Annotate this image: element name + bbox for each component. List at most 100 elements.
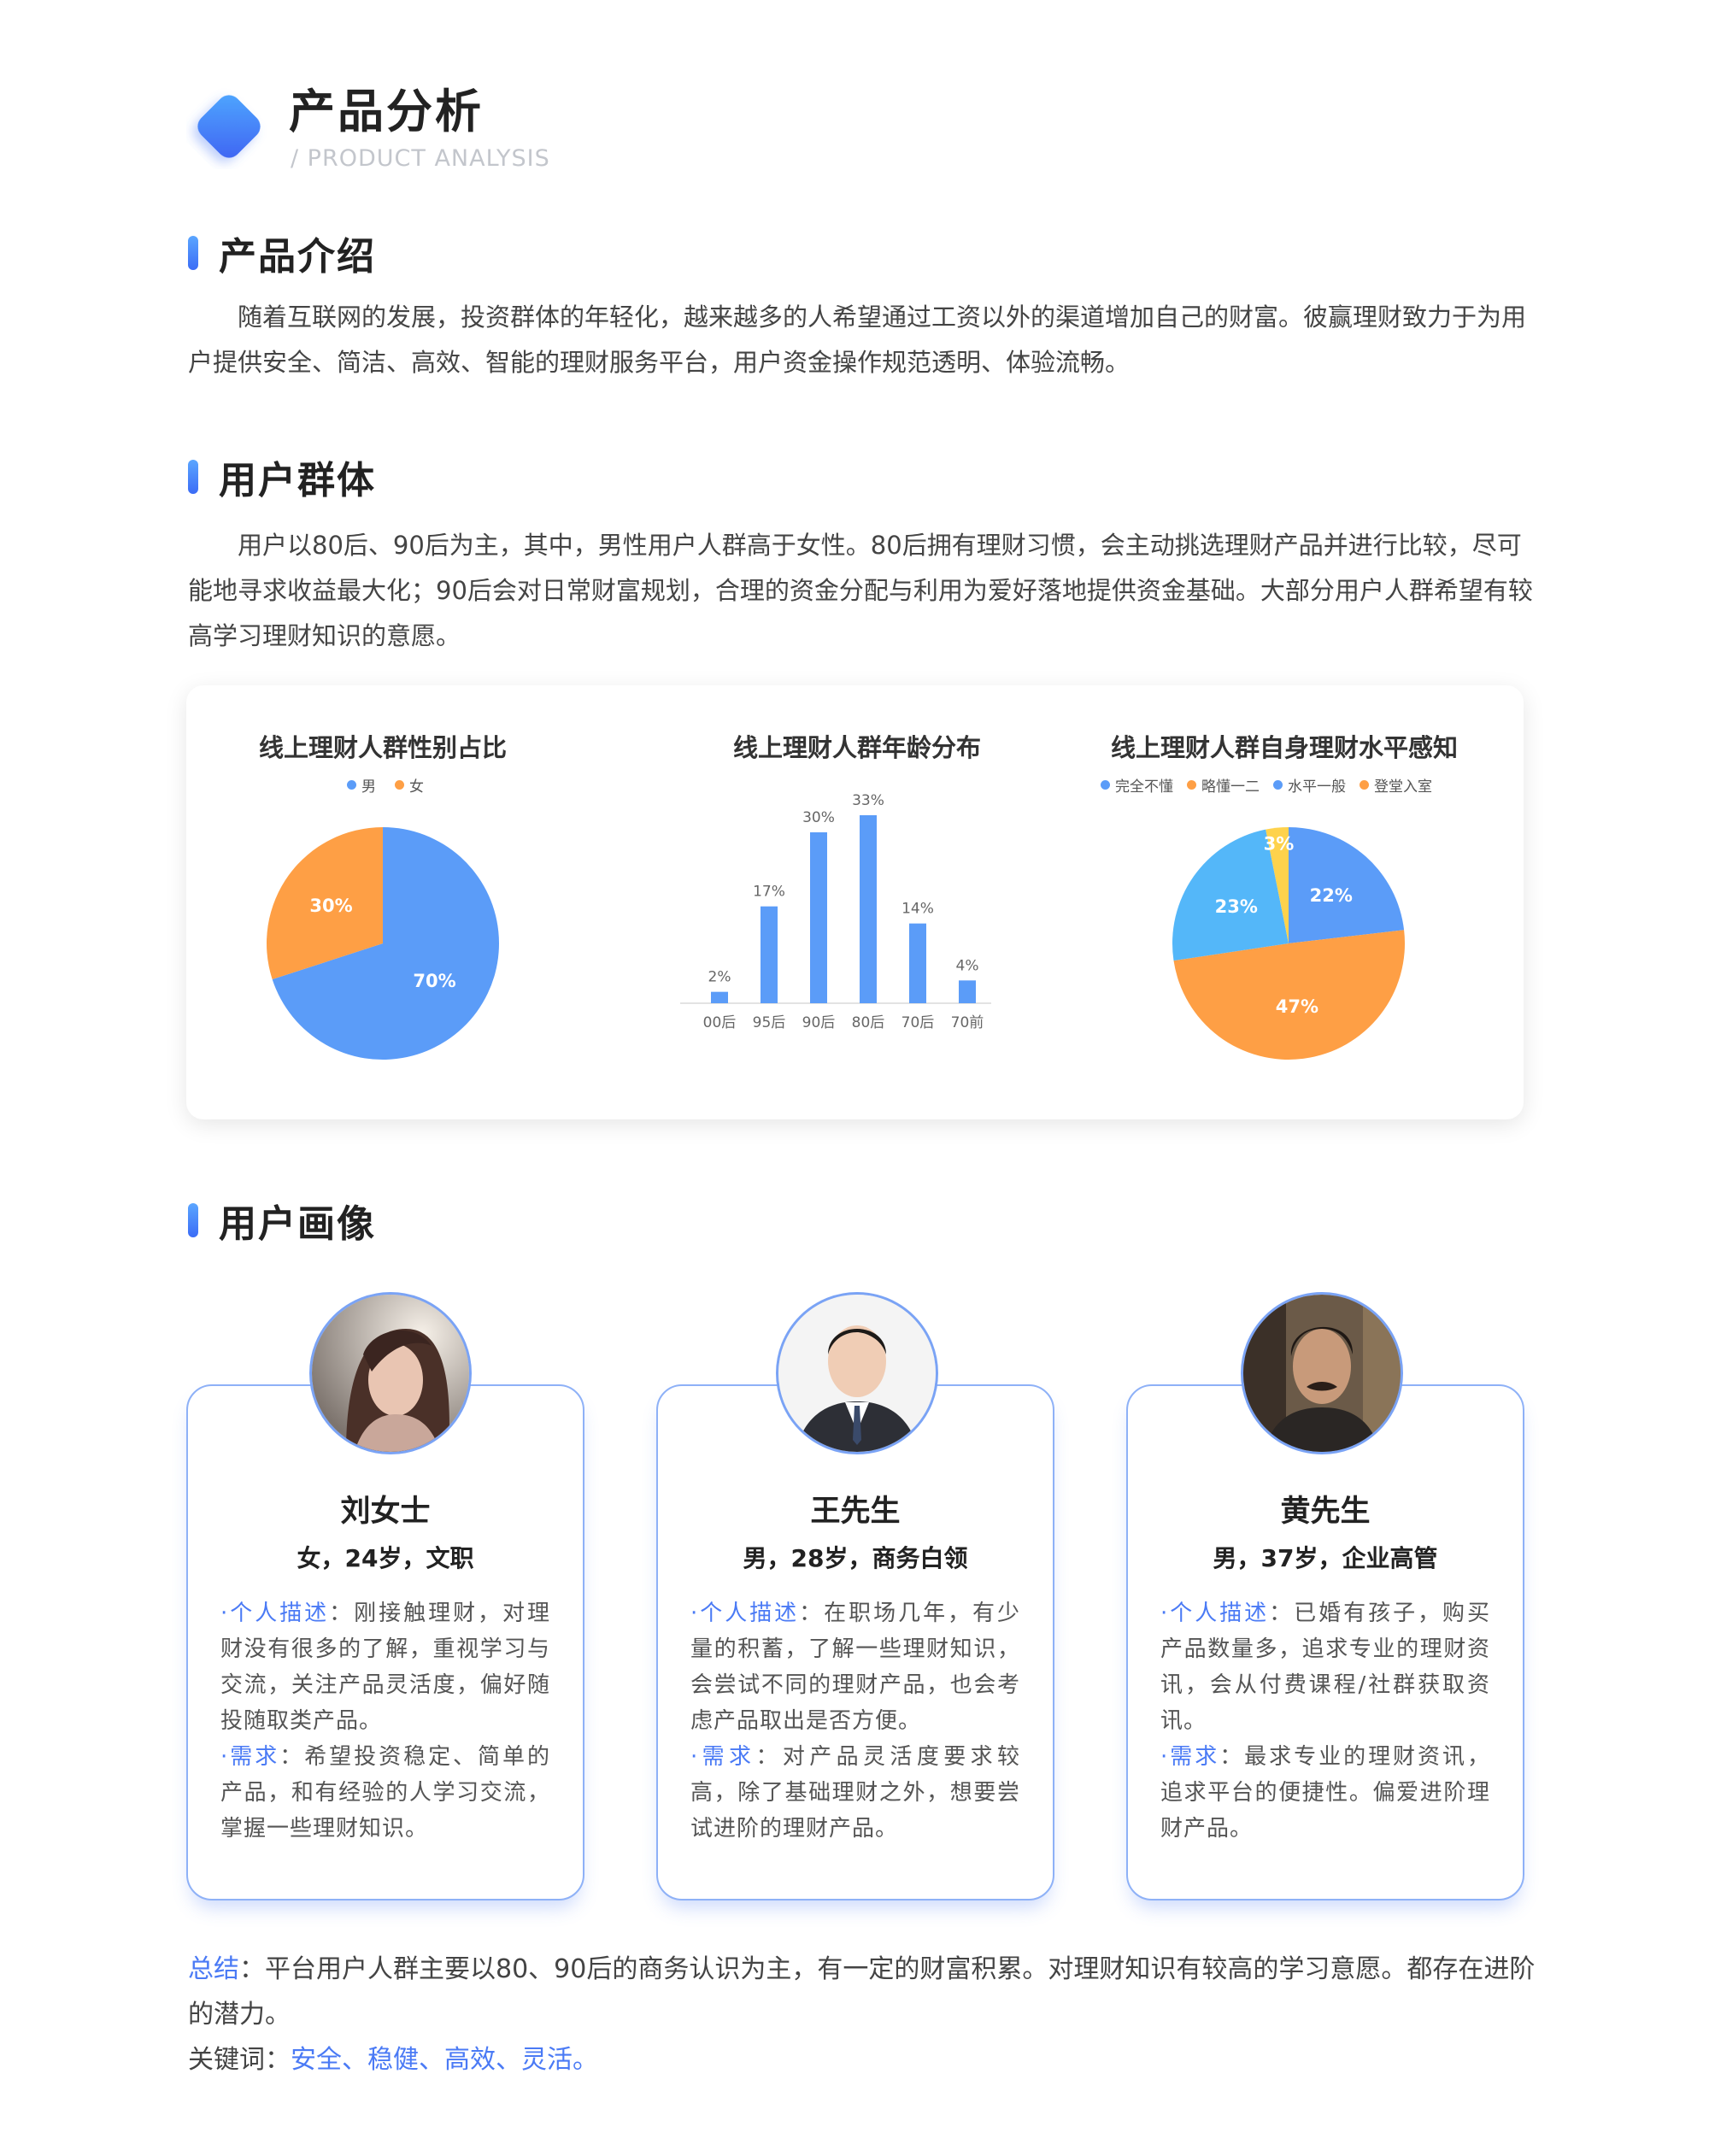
bar-value-label: 30% xyxy=(802,809,835,826)
persona-need-label: ·需求 xyxy=(220,1744,280,1770)
users-paragraph: 用户以80后、90后为主，其中，男性用户人群高于女性。80后拥有理财习惯，会主动… xyxy=(188,523,1538,659)
legend-item-little: 略懂一二 xyxy=(1187,774,1260,796)
intro-paragraph: 随着互联网的发展，投资群体的年轻化，越来越多的人希望通过工资以外的渠道增加自己的… xyxy=(188,295,1538,385)
legend-label: 男 xyxy=(361,778,376,796)
keywords-values: 安全、稳健、高效、灵活。 xyxy=(291,2045,598,2075)
chart-card: 线上理财人群性别占比 男 女 70% 30% 线上理财人群年龄分布 2% 00后 17… xyxy=(186,685,1524,1119)
persona-meta: 男，37岁，企业高管 xyxy=(1213,1544,1438,1572)
avatar xyxy=(309,1292,472,1454)
section-marker xyxy=(188,1203,198,1237)
chart-age-title: 线上理财人群年龄分布 xyxy=(732,733,981,762)
legend-dot xyxy=(1187,780,1196,790)
persona-name: 王先生 xyxy=(810,1495,901,1529)
avatar-woman-icon xyxy=(312,1295,469,1452)
chart-age-bar: 2% 00后 17% 95后 30% 90后 33% 80后 14% 70后 4% 70前 xyxy=(680,792,991,1031)
page-subtitle: / PRODUCT ANALYSIS xyxy=(291,145,550,172)
section-title-personas: 用户画像 xyxy=(219,1202,376,1246)
persona-body: ·个人描述：刚接触理财，对理财没有很多的了解，重视学习与交流，关注产品灵活度，偏… xyxy=(220,1595,550,1847)
persona-body: ·个人描述：在职场几年，有少量的积蓄，了解一些理财知识，会尝试不同的理财产品，也… xyxy=(690,1595,1020,1847)
bar xyxy=(909,923,926,1003)
keywords-label: 关键词： xyxy=(188,2045,291,2075)
section-marker xyxy=(188,460,198,494)
persona-card: 黄先生 男，37岁，企业高管 ·个人描述：已婚有孩子，购买产品数量多，追求专业的… xyxy=(1126,1384,1524,1900)
x-tick-label: 00后 xyxy=(703,1014,737,1031)
bar xyxy=(761,906,778,1003)
persona-name: 黄先生 xyxy=(1280,1495,1371,1529)
summary-label: 总结 xyxy=(188,1954,239,1984)
legend-dot xyxy=(395,780,404,790)
persona-desc: ·个人描述：已婚有孩子，购买产品数量多，追求专业的理财资讯，会从付费课程/社群获… xyxy=(1160,1595,1490,1739)
legend-label: 水平一般 xyxy=(1288,778,1346,796)
persona-need: ·需求：最求专业的理财资讯，追求平台的便捷性。偏爱进阶理财产品。 xyxy=(1160,1739,1490,1847)
persona-body: ·个人描述：已婚有孩子，购买产品数量多，追求专业的理财资讯，会从付费课程/社群获… xyxy=(1160,1595,1490,1847)
chart-level-pie: 22% 47% 23% 3% xyxy=(1172,827,1405,1060)
logo-icon xyxy=(197,95,261,158)
persona-name: 刘女士 xyxy=(340,1495,431,1529)
pie-slice-label: 47% xyxy=(1276,996,1318,1017)
bar-value-label: 4% xyxy=(956,957,979,974)
keywords: 关键词：安全、稳健、高效、灵活。 xyxy=(188,2037,1538,2083)
bar xyxy=(711,991,728,1003)
page-title: 产品分析 xyxy=(289,85,484,138)
bar xyxy=(860,815,877,1003)
persona-desc-label: ·个人描述 xyxy=(220,1601,330,1626)
x-tick-label: 70前 xyxy=(951,1014,984,1031)
legend-dot xyxy=(1360,780,1369,790)
bar-value-label: 33% xyxy=(852,792,884,809)
legend-dot xyxy=(1273,780,1283,790)
persona-desc: ·个人描述：在职场几年，有少量的积蓄，了解一些理财知识，会尝试不同的理财产品，也… xyxy=(690,1595,1020,1739)
legend-label: 登堂入室 xyxy=(1374,778,1432,796)
section-header-intro: 产品介绍 xyxy=(188,227,376,279)
pie-slice-label: 70% xyxy=(413,971,455,991)
legend-item-male: 男 xyxy=(347,774,376,796)
chart-level-title: 线上理财人群自身理财水平感知 xyxy=(1110,733,1458,762)
persona-desc-label: ·个人描述 xyxy=(690,1601,800,1626)
persona-meta: 男，28岁，商务白领 xyxy=(743,1544,968,1572)
avatar xyxy=(776,1292,938,1454)
legend-item-average: 水平一般 xyxy=(1273,774,1346,796)
chart-gender-legend: 男 女 xyxy=(347,774,424,796)
chart-gender-pie: 70% 30% xyxy=(267,827,499,1060)
avatar-man-icon xyxy=(1243,1295,1401,1452)
section-marker xyxy=(188,236,198,270)
persona-need-label: ·需求 xyxy=(690,1744,756,1770)
summary-content: ：平台用户人群主要以80、90后的商务认识为主，有一定的财富积累。对理财知识有较… xyxy=(188,1954,1536,2030)
pie-slice-label: 30% xyxy=(309,896,352,916)
persona-card: 刘女士 女，24岁，文职 ·个人描述：刚接触理财，对理财没有很多的了解，重视学习… xyxy=(186,1384,584,1900)
avatar xyxy=(1241,1292,1403,1454)
legend-label: 完全不懂 xyxy=(1115,778,1173,796)
x-tick-label: 95后 xyxy=(753,1014,786,1031)
legend-label: 女 xyxy=(409,778,424,796)
bar-value-label: 17% xyxy=(753,884,785,901)
bar-value-label: 14% xyxy=(901,901,934,918)
legend-item-expert: 登堂入室 xyxy=(1360,774,1432,796)
section-header-personas: 用户画像 xyxy=(188,1195,376,1246)
section-title-intro: 产品介绍 xyxy=(219,235,376,279)
persona-desc: ·个人描述：刚接触理财，对理财没有很多的了解，重视学习与交流，关注产品灵活度，偏… xyxy=(220,1595,550,1739)
pie-slice-label: 3% xyxy=(1264,834,1295,855)
persona-need: ·需求：希望投资稳定、简单的产品，和有经验的人学习交流，掌握一些理财知识。 xyxy=(220,1739,550,1847)
section-header-users: 用户群体 xyxy=(188,451,376,502)
x-tick-label: 90后 xyxy=(802,1014,836,1031)
summary-text: 总结：平台用户人群主要以80、90后的商务认识为主，有一定的财富积累。对理财知识… xyxy=(188,1947,1538,2037)
x-tick-label: 70后 xyxy=(901,1014,935,1031)
x-tick-label: 80后 xyxy=(852,1014,885,1031)
legend-item-female: 女 xyxy=(395,774,424,796)
persona-meta: 女，24岁，文职 xyxy=(297,1544,474,1572)
pie-slice-label: 23% xyxy=(1215,896,1258,917)
bar-value-label: 2% xyxy=(708,969,731,986)
legend-dot xyxy=(1101,780,1110,790)
persona-need: ·需求：对产品灵活度要求较高，除了基础理财之外，想要尝试进阶的理财产品。 xyxy=(690,1739,1020,1847)
section-title-users: 用户群体 xyxy=(219,459,376,502)
bar xyxy=(810,832,827,1003)
persona-need-label: ·需求 xyxy=(1160,1744,1220,1770)
bar xyxy=(959,980,976,1003)
summary: 总结：平台用户人群主要以80、90后的商务认识为主，有一定的财富积累。对理财知识… xyxy=(188,1947,1538,2083)
users-text: 用户以80后、90后为主，其中，男性用户人群高于女性。80后拥有理财习惯，会主动… xyxy=(188,531,1533,650)
persona-card: 王先生 男，28岁，商务白领 ·个人描述：在职场几年，有少量的积蓄，了解一些理财… xyxy=(656,1384,1054,1900)
chart-level-legend: 完全不懂 略懂一二 水平一般 登堂入室 xyxy=(1101,774,1432,796)
intro-text: 随着互联网的发展，投资群体的年轻化，越来越多的人希望通过工资以外的渠道增加自己的… xyxy=(188,303,1527,377)
pie-slice-label: 22% xyxy=(1310,885,1353,906)
legend-dot xyxy=(347,780,356,790)
avatar-businessman-icon xyxy=(778,1295,936,1452)
